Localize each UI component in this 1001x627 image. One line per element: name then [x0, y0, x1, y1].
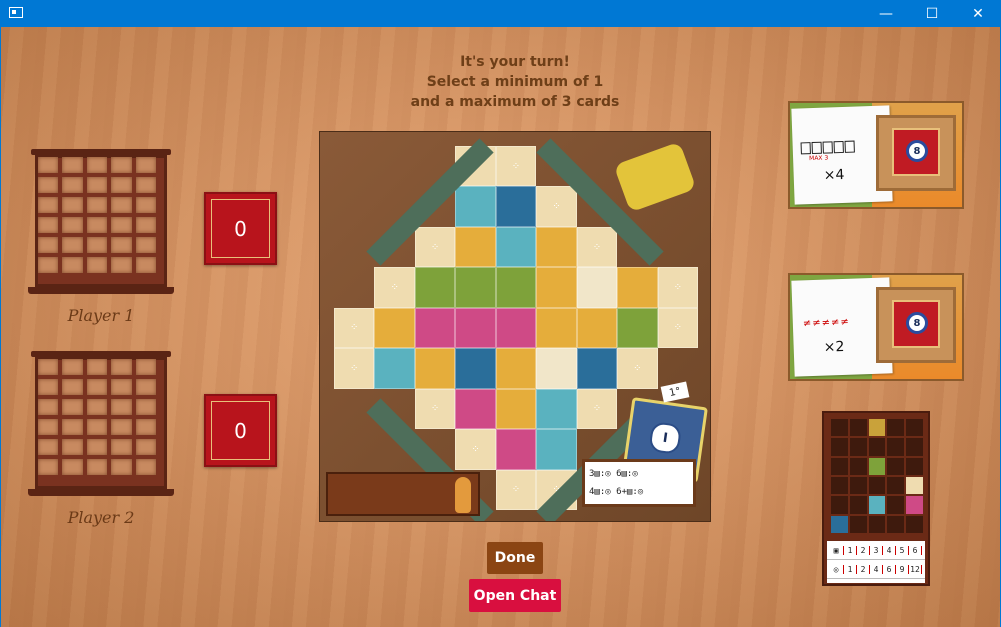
- scoring-note-row1: 3▤:◎ 6▤:◎: [589, 469, 638, 479]
- book-goal-slot: [906, 477, 923, 495]
- item-tile[interactable]: [455, 267, 496, 308]
- item-tile[interactable]: [617, 307, 658, 349]
- item-tile[interactable]: [576, 348, 618, 389]
- item-tile[interactable]: [495, 226, 537, 268]
- turn-message-line2: Select a minimum of 1: [426, 74, 604, 90]
- app-icon: [9, 7, 23, 18]
- legend-row-points: ◎ 1 2 4 6 9 12: [827, 560, 925, 579]
- personal-goal-card[interactable]: ▣ 123456 ◎ 1 2 4 6 9 12: [822, 411, 930, 586]
- player2-score-card: 0: [204, 394, 277, 467]
- item-tile[interactable]: [495, 267, 537, 308]
- open-chat-button[interactable]: Open Chat: [469, 579, 561, 612]
- item-tile[interactable]: [495, 388, 537, 430]
- goal-box: 8: [876, 287, 956, 363]
- item-tile[interactable]: [536, 429, 577, 470]
- item-tile[interactable]: [455, 348, 496, 389]
- turn-message-line3: and a maximum of 3 cards: [410, 94, 620, 110]
- living-room-board: ⁘⁘ ⁘ ⁘⁘ ⁘⁘ ⁘⁘ ⁘⁘ ⁘⁘ ⁘ ⁘⁘ I 1° 3▤:◎ 6▤:◎ …: [319, 131, 711, 522]
- item-tile[interactable]: [536, 348, 577, 389]
- trophy-goal-slot: [868, 496, 886, 514]
- item-tile[interactable]: [495, 348, 537, 389]
- goal-rule-label: ≠≠≠≠≠: [802, 316, 850, 330]
- item-tile[interactable]: [576, 307, 618, 349]
- turn-message: It's your turn! Select a minimum of 1 an…: [380, 52, 650, 112]
- ribbon-number: I: [648, 421, 683, 455]
- item-tile[interactable]: [536, 307, 577, 349]
- common-goal-card-1[interactable]: MAX 3 ×4 8: [788, 101, 964, 209]
- player1-score-card: 0: [204, 192, 277, 265]
- scoring-token: 8: [892, 128, 940, 176]
- item-tile[interactable]: [414, 348, 456, 389]
- player2-bookshelf: [28, 351, 174, 501]
- item-tile[interactable]: [576, 267, 618, 308]
- board-scoring-note: 3▤:◎ 6▤:◎ 4▤:◎ 6+▤:◎: [582, 459, 696, 507]
- item-tile[interactable]: [495, 307, 537, 349]
- item-tile[interactable]: [455, 186, 496, 227]
- player2-name: Player 2: [67, 508, 135, 527]
- item-tile[interactable]: [414, 267, 456, 308]
- personal-goal-legend: ▣ 123456 ◎ 1 2 4 6 9 12: [827, 541, 925, 583]
- scoring-token: 8: [892, 300, 940, 348]
- player1-bookshelf: [28, 149, 174, 299]
- frame-goal-slot: [831, 515, 848, 533]
- goal-multiplier: ×2: [823, 338, 845, 356]
- goal-multiplier: ×4: [823, 166, 845, 184]
- item-tile[interactable]: [495, 429, 537, 470]
- item-tile[interactable]: [495, 186, 537, 227]
- cat-goal-slot: [868, 457, 886, 475]
- item-tile[interactable]: [536, 226, 577, 268]
- turn-message-line1: It's your turn!: [460, 54, 570, 70]
- common-goal-card-2[interactable]: ≠≠≠≠≠ ×2 8: [788, 273, 964, 381]
- player1-name: Player 1: [67, 306, 135, 325]
- item-tile[interactable]: [617, 267, 658, 308]
- scoring-token-points: 8: [906, 140, 928, 162]
- maximize-button[interactable]: ☐: [909, 0, 955, 27]
- item-tile[interactable]: [374, 307, 415, 349]
- item-tile[interactable]: [536, 267, 577, 308]
- minimize-button[interactable]: —: [863, 0, 909, 27]
- item-tile[interactable]: [455, 307, 496, 349]
- window-titlebar: — ☐ ✕: [0, 0, 1001, 27]
- scoring-note-row2: 4▤:◎ 6+▤:◎: [589, 487, 644, 497]
- plant-goal-slot: [906, 496, 923, 514]
- item-tile[interactable]: [414, 307, 456, 349]
- item-tile[interactable]: [374, 348, 415, 389]
- goal-rule-label: MAX 3: [808, 154, 829, 163]
- done-button[interactable]: Done: [487, 542, 543, 574]
- close-button[interactable]: ✕: [955, 0, 1001, 27]
- item-tile[interactable]: [455, 388, 496, 430]
- legend-row-matches: ▣ 123456: [827, 541, 925, 560]
- item-tile[interactable]: [455, 226, 496, 268]
- goal-box: 8: [876, 115, 956, 191]
- cat-icon: [455, 477, 471, 513]
- item-tile[interactable]: [536, 388, 577, 430]
- scoring-token-points: 8: [906, 312, 928, 334]
- trophy-goal-slot: [868, 419, 886, 437]
